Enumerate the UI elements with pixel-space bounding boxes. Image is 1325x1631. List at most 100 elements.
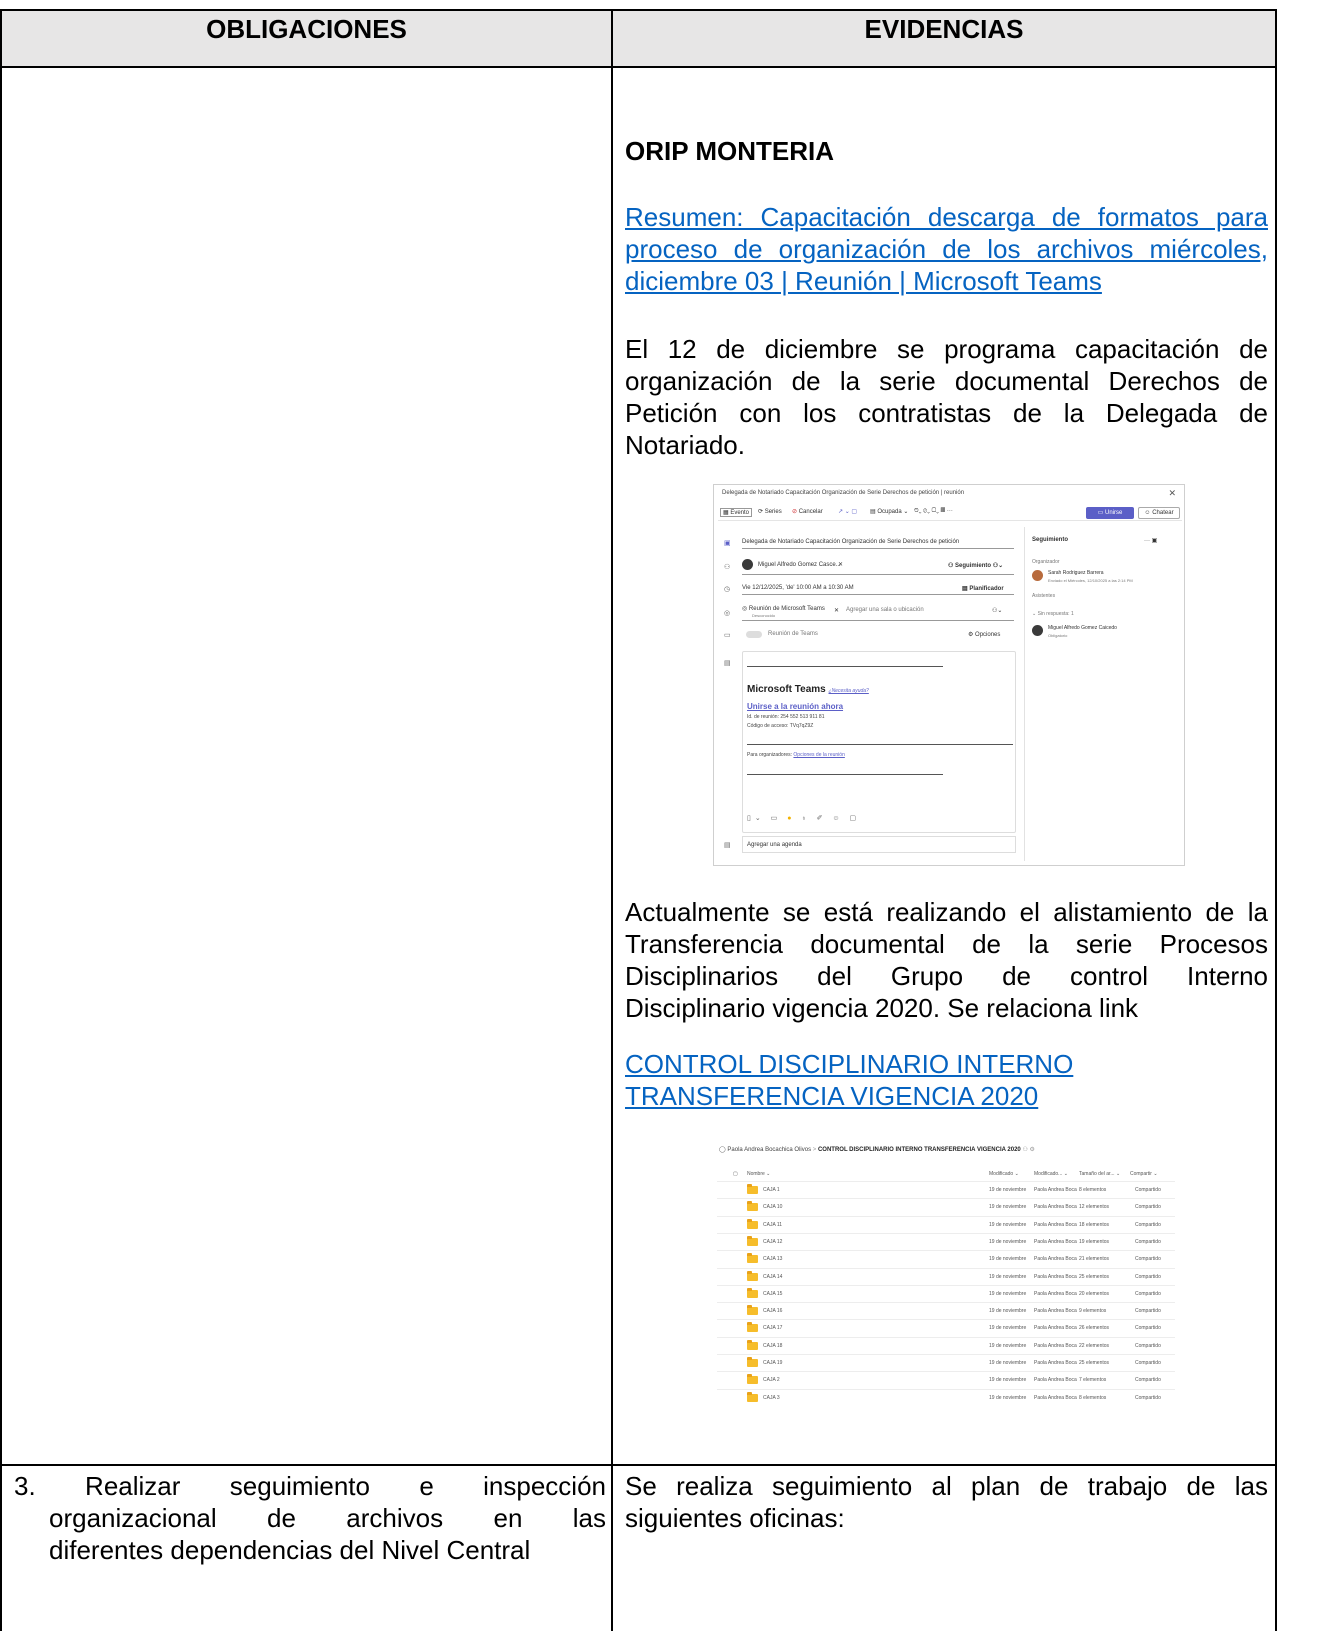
modified-by: Paola Andrea Boca <box>1034 1325 1077 1332</box>
datetime-text: Vie 12/12/2025, 'de' 10:00 AM a 10:30 AM <box>742 585 854 591</box>
cancelar-label: Cancelar <box>798 509 823 515</box>
modified-date: 19 de noviembre <box>989 1308 1027 1315</box>
planificador-button[interactable]: ▤ Planificador <box>962 585 1004 592</box>
cancelar-button[interactable]: ⊘ Cancelar <box>792 508 823 515</box>
chatear-button[interactable]: ☺ Chatear <box>1138 507 1180 519</box>
link-line[interactable]: diciembre 03 | Reunión | Microsoft Teams <box>625 265 1102 297</box>
breadcrumb-owner[interactable]: Paola Andrea Bocachica Olivos <box>727 1147 811 1153</box>
table-row[interactable]: CAJA 11 19 de noviembre Paola Andrea Boca 1… <box>717 1215 1175 1233</box>
organizer-avatar <box>1032 570 1043 581</box>
series-button[interactable]: ⟳ Series <box>758 508 782 515</box>
item-count: 20 elementos <box>1079 1290 1110 1297</box>
table-row[interactable]: CAJA 17 19 de noviembre Paola Andrea Boca 2… <box>717 1319 1175 1336</box>
col-nombre[interactable]: Nombre ⌄ <box>747 1171 770 1177</box>
paragraph-line: Actualmente se está realizando el alista… <box>625 897 1268 927</box>
location-placeholder[interactable]: Agregar una sala o ubicación <box>846 607 924 613</box>
table-row[interactable]: CAJA 10 19 de noviembre Paola Andrea Boca 1… <box>717 1198 1175 1215</box>
unirse-button[interactable]: ▭ Unirse <box>1086 507 1134 519</box>
pane-divider <box>1024 527 1025 861</box>
datetime-field[interactable]: Vie 12/12/2025, 'de' 10:00 AM a 10:30 AM… <box>742 585 1014 595</box>
col-modificado-por[interactable]: Modificado... ⌄ <box>1034 1171 1068 1177</box>
meeting-body[interactable]: Microsoft Teams ¿Necesita ayuda? Unirse … <box>742 651 1016 833</box>
organizer-sub: Enviado el Miércoles, 12/10/2025 a las 2… <box>1048 578 1133 583</box>
organizer-label: Organizador <box>1032 559 1060 565</box>
chatear-label: Chatear <box>1152 510 1174 516</box>
attendee-chip[interactable]: Miguel Alfredo Gomez Casce... <box>758 562 841 568</box>
share-icon[interactable]: ⚇ ⚙ <box>1022 1147 1034 1153</box>
folder-icon <box>747 1374 758 1385</box>
table-row[interactable]: CAJA 12 19 de noviembre Paola Andrea Boca 1… <box>717 1232 1175 1250</box>
location-field[interactable]: ◎ Reunión de Microsoft Teams Desconocido… <box>742 605 1014 621</box>
remove-icon[interactable]: ✕ <box>834 607 839 614</box>
divider <box>747 744 1013 745</box>
table-row[interactable]: CAJA 19 19 de noviembre Paola Andrea Boca 2… <box>717 1354 1175 1371</box>
folder-icon <box>747 1184 758 1194</box>
formatting-toolbar[interactable]: ▯⌄ ▭ ● ♁ ✐ ☺ ▢ <box>747 814 860 822</box>
paragraph-line: Petición con los contratistas de la Dele… <box>625 398 1268 428</box>
modified-by: Paola Andrea Boca <box>1034 1273 1077 1280</box>
modified-by: Paola Andrea Boca <box>1034 1238 1077 1245</box>
modified-date: 19 de noviembre <box>989 1273 1027 1280</box>
evento-tab[interactable]: ▦ Evento <box>720 508 753 517</box>
clock-icon: ◷ <box>724 586 731 593</box>
attendees-field[interactable]: Miguel Alfredo Gomez Casce... ✕ ⚇ Seguim… <box>742 559 1014 575</box>
room-icon[interactable]: ⚇⌄ <box>992 607 1002 614</box>
sin-respuesta[interactable]: ⌄ Sin respuesta: 1 <box>1032 611 1074 617</box>
meeting-title-field[interactable]: Delegada de Notariado Capacitación Organ… <box>742 539 1014 549</box>
table-row[interactable]: CAJA 2 19 de noviembre Paola Andrea Boca 7 … <box>717 1371 1175 1388</box>
folder-name: CAJA 18 <box>763 1342 783 1349</box>
folder-icon <box>747 1287 758 1298</box>
col-tamano[interactable]: Tamaño del ar... ⌄ <box>1079 1171 1120 1177</box>
share-status: Compartido <box>1135 1342 1161 1349</box>
table-row[interactable]: CAJA 3 19 de noviembre Paola Andrea Boca 8 … <box>717 1388 1175 1404</box>
teams-toggle[interactable] <box>746 631 762 638</box>
calendar-icon: ▣ <box>724 540 731 547</box>
paragraph-line: organización de la serie documental Dere… <box>625 366 1268 396</box>
item-count: 26 elementos <box>1079 1325 1110 1332</box>
modified-by: Paola Andrea Boca <box>1034 1204 1077 1211</box>
link-line[interactable]: Resumen: Capacitación descarga de format… <box>625 201 1268 233</box>
paragraph-line: Disciplinarios del Grupo de control Inte… <box>625 961 1268 991</box>
table-row[interactable]: CAJA 16 19 de noviembre Paola Andrea Boca 9… <box>717 1302 1175 1319</box>
col-label: Tamaño del ar... <box>1079 1171 1115 1177</box>
obligation-line: 3. Realizar seguimiento e inspección <box>14 1471 606 1501</box>
table-row[interactable]: CAJA 15 19 de noviembre Paola Andrea Boca 2… <box>717 1284 1175 1302</box>
col-modificado[interactable]: Modificado ⌄ <box>989 1171 1019 1177</box>
share-status: Compartido <box>1135 1273 1161 1280</box>
evento-label: Evento <box>730 510 750 516</box>
opciones-button[interactable]: ⚙ Opciones <box>968 631 1000 638</box>
link-line[interactable]: proceso de organización de los archivos … <box>625 233 1268 265</box>
paragraph-line: Transferencia documental de la serie Pro… <box>625 929 1268 959</box>
location-chip[interactable]: ◎ Reunión de Microsoft Teams <box>742 605 825 612</box>
table-row[interactable]: CAJA 1 19 de noviembre Paola Andrea Boca 8 … <box>717 1181 1175 1198</box>
close-icon[interactable]: ✕ <box>1168 488 1176 499</box>
obligation-line: organizacional de archivos en las <box>49 1503 606 1533</box>
table-row[interactable]: CAJA 18 19 de noviembre Paola Andrea Boca 2… <box>717 1336 1175 1354</box>
ocupada-button[interactable]: ▤ Ocupada ⌄ <box>870 508 908 515</box>
window-title: Delegada de Notariado Capacitación Organ… <box>722 490 965 496</box>
avatar <box>742 559 753 570</box>
folder-name: CAJA 13 <box>763 1256 783 1263</box>
location-sub: Desconocido <box>752 613 776 618</box>
item-count: 21 elementos <box>1079 1256 1110 1263</box>
folder-name: CAJA 11 <box>763 1221 783 1228</box>
organizer-name: Sarah Rodriguez Barrera <box>1048 570 1104 576</box>
right-pane-actions-icon[interactable]: ··· ▣ <box>1144 537 1157 544</box>
more-options-icon[interactable]: ⏲⌄ ⊘⌄ ▢⌄ ▦ ··· <box>914 508 953 515</box>
seguimiento-button[interactable]: ⚇ Seguimiento ⚇⌄ <box>948 562 1003 569</box>
help-link[interactable]: ¿Necesita ayuda? <box>829 688 869 694</box>
table-row[interactable]: CAJA 13 19 de noviembre Paola Andrea Boca 2… <box>717 1250 1175 1267</box>
teams-meeting-screenshot: Delegada de Notariado Capacitación Organ… <box>713 484 1185 866</box>
remove-icon[interactable]: ✕ <box>838 561 843 568</box>
link-line[interactable]: TRANSFERENCIA VIGENCIA 2020 <box>625 1080 1038 1112</box>
forward-icon[interactable]: ↗ ⌄ ▢ <box>838 508 857 515</box>
folder-icon <box>747 1339 758 1350</box>
join-link[interactable]: Unirse a la reunión ahora <box>747 702 843 711</box>
item-count: 12 elementos <box>1079 1204 1110 1211</box>
agenda-input[interactable]: Agregar una agenda <box>742 836 1016 853</box>
modified-date: 19 de noviembre <box>989 1394 1027 1401</box>
col-compartir[interactable]: Compartir ⌄ <box>1130 1171 1158 1177</box>
table-row[interactable]: CAJA 14 19 de noviembre Paola Andrea Boca 2… <box>717 1267 1175 1285</box>
link-line[interactable]: CONTROL DISCIPLINARIO INTERNO <box>625 1048 1073 1080</box>
organizers-link[interactable]: Opciones de la reunión <box>793 752 844 758</box>
